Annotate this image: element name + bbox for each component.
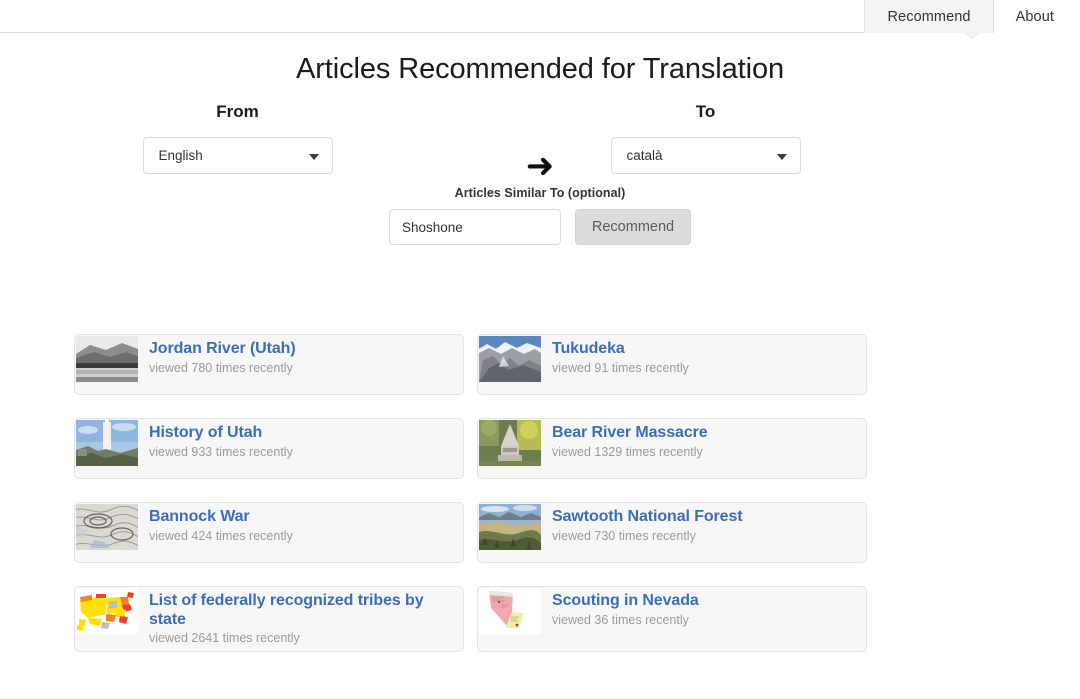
us-states-map-thumb xyxy=(76,588,138,634)
to-label: To xyxy=(563,102,848,122)
page-title: Articles Recommended for Translation xyxy=(0,33,1080,86)
result-title[interactable]: Jordan River (Utah) xyxy=(149,340,296,359)
from-label: From xyxy=(95,102,380,122)
active-tab-notch xyxy=(965,32,979,38)
tab-recommend-label: Recommend xyxy=(887,9,970,25)
result-card-text: History of Utah viewed 933 times recentl… xyxy=(138,419,303,460)
result-card[interactable]: List of federally recognized tribes by s… xyxy=(74,586,464,652)
nevada-map-thumb xyxy=(479,588,541,634)
river-landscape-bw-thumb xyxy=(76,336,138,382)
result-card[interactable]: History of Utah viewed 933 times recentl… xyxy=(74,418,464,479)
stone-monument-thumb xyxy=(479,420,541,466)
result-card-text: Tukudeka viewed 91 times recently xyxy=(541,335,699,376)
result-title[interactable]: Bear River Massacre xyxy=(552,424,708,443)
result-views: viewed 2641 times recently xyxy=(149,631,453,646)
result-title[interactable]: History of Utah xyxy=(149,424,293,443)
result-views: viewed 780 times recently xyxy=(149,361,296,376)
forest-valley-thumb xyxy=(479,504,541,550)
tab-about[interactable]: About xyxy=(994,0,1080,33)
to-language-value: català xyxy=(612,149,663,163)
to-language-group: To català xyxy=(563,102,848,174)
result-card-text: Sawtooth National Forest viewed 730 time… xyxy=(541,503,753,544)
direction-arrow-icon: ➜ xyxy=(0,149,1080,183)
result-card[interactable]: Sawtooth National Forest viewed 730 time… xyxy=(477,502,867,563)
recommendation-results-grid: Jordan River (Utah) viewed 780 times rec… xyxy=(74,334,868,652)
to-language-select[interactable]: català xyxy=(611,137,801,174)
result-card-text: Bear River Massacre viewed 1329 times re… xyxy=(541,419,718,460)
result-card[interactable]: Tukudeka viewed 91 times recently xyxy=(477,334,867,395)
tab-recommend[interactable]: Recommend xyxy=(864,0,993,33)
result-views: viewed 36 times recently xyxy=(552,613,699,628)
topographic-map-thumb xyxy=(76,504,138,550)
result-views: viewed 1329 times recently xyxy=(552,445,708,460)
result-card[interactable]: Scouting in Nevada viewed 36 times recen… xyxy=(477,586,867,652)
mountain-peaks-thumb xyxy=(479,336,541,382)
result-title[interactable]: Scouting in Nevada xyxy=(552,592,699,611)
chevron-down-icon xyxy=(777,154,787,160)
result-title[interactable]: List of federally recognized tribes by s… xyxy=(149,592,453,629)
similar-article-input[interactable] xyxy=(389,209,561,245)
similar-articles-controls: Recommend xyxy=(0,209,1080,245)
result-title[interactable]: Tukudeka xyxy=(552,340,689,359)
monument-column-thumb xyxy=(76,420,138,466)
recommend-button[interactable]: Recommend xyxy=(575,209,691,245)
similar-articles-block: Articles Similar To (optional) Recommend xyxy=(0,186,1080,245)
result-views: viewed 424 times recently xyxy=(149,529,293,544)
result-title[interactable]: Bannock War xyxy=(149,508,293,527)
result-card-text: Scouting in Nevada viewed 36 times recen… xyxy=(541,587,709,628)
result-card[interactable]: Bear River Massacre viewed 1329 times re… xyxy=(477,418,867,479)
result-card-text: List of federally recognized tribes by s… xyxy=(138,587,463,646)
tab-about-label: About xyxy=(1016,9,1054,25)
language-selector-row: From English ➜ To català xyxy=(0,102,1080,192)
result-card[interactable]: Jordan River (Utah) viewed 780 times rec… xyxy=(74,334,464,395)
result-views: viewed 730 times recently xyxy=(552,529,743,544)
result-card-text: Jordan River (Utah) viewed 780 times rec… xyxy=(138,335,306,376)
result-card-text: Bannock War viewed 424 times recently xyxy=(138,503,303,544)
result-card[interactable]: Bannock War viewed 424 times recently xyxy=(74,502,464,563)
result-views: viewed 91 times recently xyxy=(552,361,689,376)
top-nav-bar: Recommend About xyxy=(0,0,1080,33)
result-title[interactable]: Sawtooth National Forest xyxy=(552,508,743,527)
result-views: viewed 933 times recently xyxy=(149,445,293,460)
nav-tab-list: Recommend About xyxy=(864,0,1080,33)
